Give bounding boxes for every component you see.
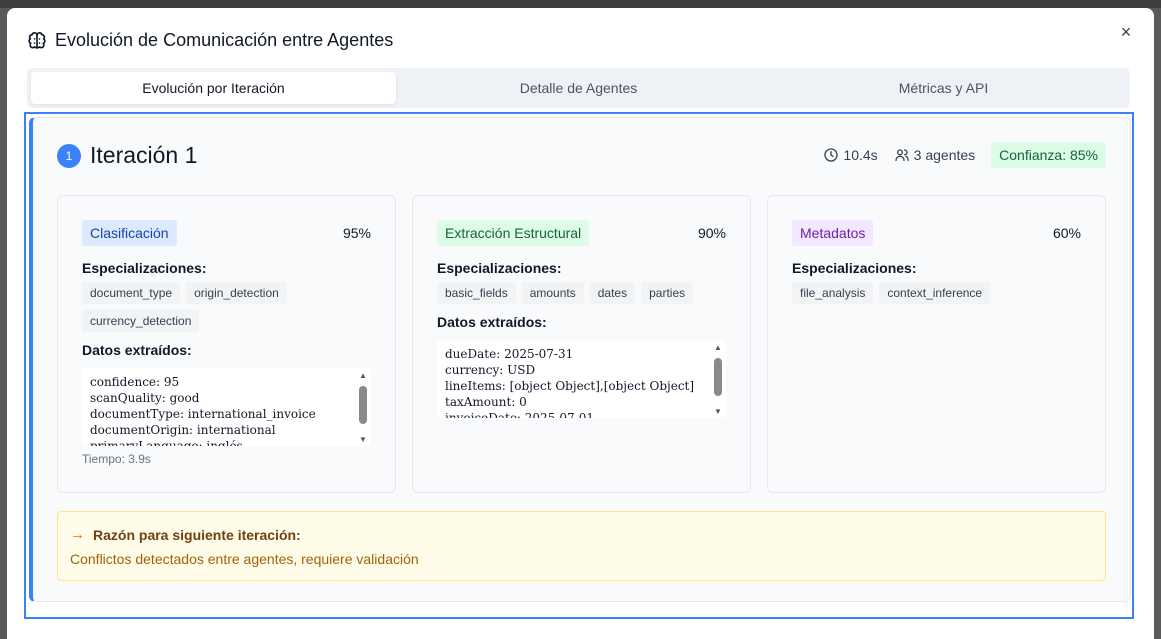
data-line: invoiceDate: 2025-07-01: [445, 411, 594, 418]
scroll-down-icon[interactable]: ▼: [359, 436, 367, 444]
tab-bar: Evolución por Iteración Detalle de Agent…: [27, 68, 1130, 108]
agent-time: Tiempo: 3.9s: [82, 452, 151, 466]
close-button[interactable]: ×: [1116, 22, 1136, 42]
modal-header: Evolución de Comunicación entre Agentes: [27, 30, 393, 51]
specialization-chip: origin_detection: [186, 282, 287, 304]
data-line: primaryLanguage: inglés: [90, 439, 243, 446]
specializations-list: document_type origin_detection currency_…: [82, 282, 371, 332]
agents-grid: Clasificación 95% Especializaciones: doc…: [57, 195, 1106, 493]
agents-count-value: 3 agentes: [913, 147, 976, 163]
specialization-chip: parties: [641, 282, 694, 304]
scroll-down-icon[interactable]: ▼: [714, 408, 722, 416]
backdrop: [0, 0, 1161, 8]
duration-meta: 10.4s: [823, 147, 878, 163]
scrollbar[interactable]: ▲ ▼: [359, 372, 367, 444]
data-line: dueDate: 2025-07-31: [445, 347, 574, 361]
specializations-label: Especializaciones:: [82, 260, 207, 276]
specialization-chip: document_type: [82, 282, 181, 304]
agent-percent: 60%: [1052, 225, 1081, 241]
data-line: confidence: 95: [90, 375, 180, 389]
users-icon: [894, 149, 909, 161]
arrow-right-icon: →: [70, 526, 85, 543]
brain-icon: [28, 31, 46, 49]
specializations-label: Especializaciones:: [792, 260, 917, 276]
agent-name-badge: Metadatos: [792, 220, 874, 246]
agent-name-badge: Clasificación: [82, 220, 177, 246]
scroll-up-icon[interactable]: ▲: [714, 344, 722, 352]
iteration-card: 1 Iteración 1 10.4s 3 agentes Confianza:…: [29, 117, 1131, 602]
agents-count-meta: 3 agentes: [894, 147, 976, 163]
extracted-data-box[interactable]: confidence: 95 scanQuality: good documen…: [82, 368, 371, 446]
scroll-thumb[interactable]: [714, 358, 722, 396]
scroll-up-icon[interactable]: ▲: [359, 372, 367, 380]
iteration-header: 1 Iteración 1: [57, 142, 197, 169]
agent-card-clasificacion: Clasificación 95% Especializaciones: doc…: [57, 195, 396, 493]
clock-icon: [824, 148, 839, 162]
reason-title: Razón para siguiente iteración:: [93, 526, 301, 543]
specialization-chip: dates: [589, 282, 636, 304]
extracted-data-box[interactable]: dueDate: 2025-07-31 currency: USD lineIt…: [437, 340, 726, 418]
data-line: taxAmount: 0: [445, 395, 527, 409]
evolution-modal: × Evolución de Comunicación entre Agente…: [7, 8, 1154, 639]
specializations-list: basic_fields amounts dates parties: [437, 282, 726, 304]
specialization-chip: file_analysis: [792, 282, 874, 304]
specialization-chip: context_inference: [879, 282, 991, 304]
data-line: documentType: international_invoice: [90, 407, 316, 421]
reason-text: Conflictos detectados entre agentes, req…: [70, 551, 419, 567]
data-line: scanQuality: good: [90, 391, 200, 405]
duration-value: 10.4s: [843, 147, 878, 163]
next-iteration-reason: → Razón para siguiente iteración: Confli…: [57, 511, 1106, 581]
data-line: lineItems: [object Object],[object Objec…: [445, 379, 695, 393]
specialization-chip: amounts: [521, 282, 584, 304]
scrollbar[interactable]: ▲ ▼: [714, 344, 722, 416]
agent-name-badge: Extracción Estructural: [437, 220, 590, 246]
tab-detalle-agentes[interactable]: Detalle de Agentes: [396, 72, 761, 104]
agent-card-metadatos: Metadatos 60% Especializaciones: file_an…: [767, 195, 1106, 493]
scroll-thumb[interactable]: [359, 386, 367, 424]
specializations-label: Especializaciones:: [437, 260, 562, 276]
extracted-data-label: Datos extraídos:: [437, 314, 547, 330]
modal-title: Evolución de Comunicación entre Agentes: [55, 30, 394, 50]
agent-card-extraccion-estructural: Extracción Estructural 90% Especializaci…: [412, 195, 751, 493]
tab-evolucion-iteracion[interactable]: Evolución por Iteración: [31, 72, 396, 104]
agent-percent: 90%: [697, 225, 726, 241]
agent-percent: 95%: [342, 225, 371, 241]
iteration-title: Iteración 1: [90, 142, 198, 168]
data-line: currency: USD: [445, 363, 536, 377]
iteration-meta: 10.4s 3 agentes Confianza: 85%: [823, 142, 1106, 168]
specialization-chip: basic_fields: [437, 282, 516, 304]
extracted-data-label: Datos extraídos:: [82, 342, 192, 358]
data-line: documentOrigin: international: [90, 423, 276, 437]
specialization-chip: currency_detection: [82, 310, 200, 332]
specializations-list: file_analysis context_inference: [792, 282, 1081, 304]
iteration-number-badge: 1: [57, 143, 81, 168]
confidence-badge: Confianza: 85%: [991, 142, 1106, 168]
tab-metricas-api[interactable]: Métricas y API: [761, 72, 1126, 104]
